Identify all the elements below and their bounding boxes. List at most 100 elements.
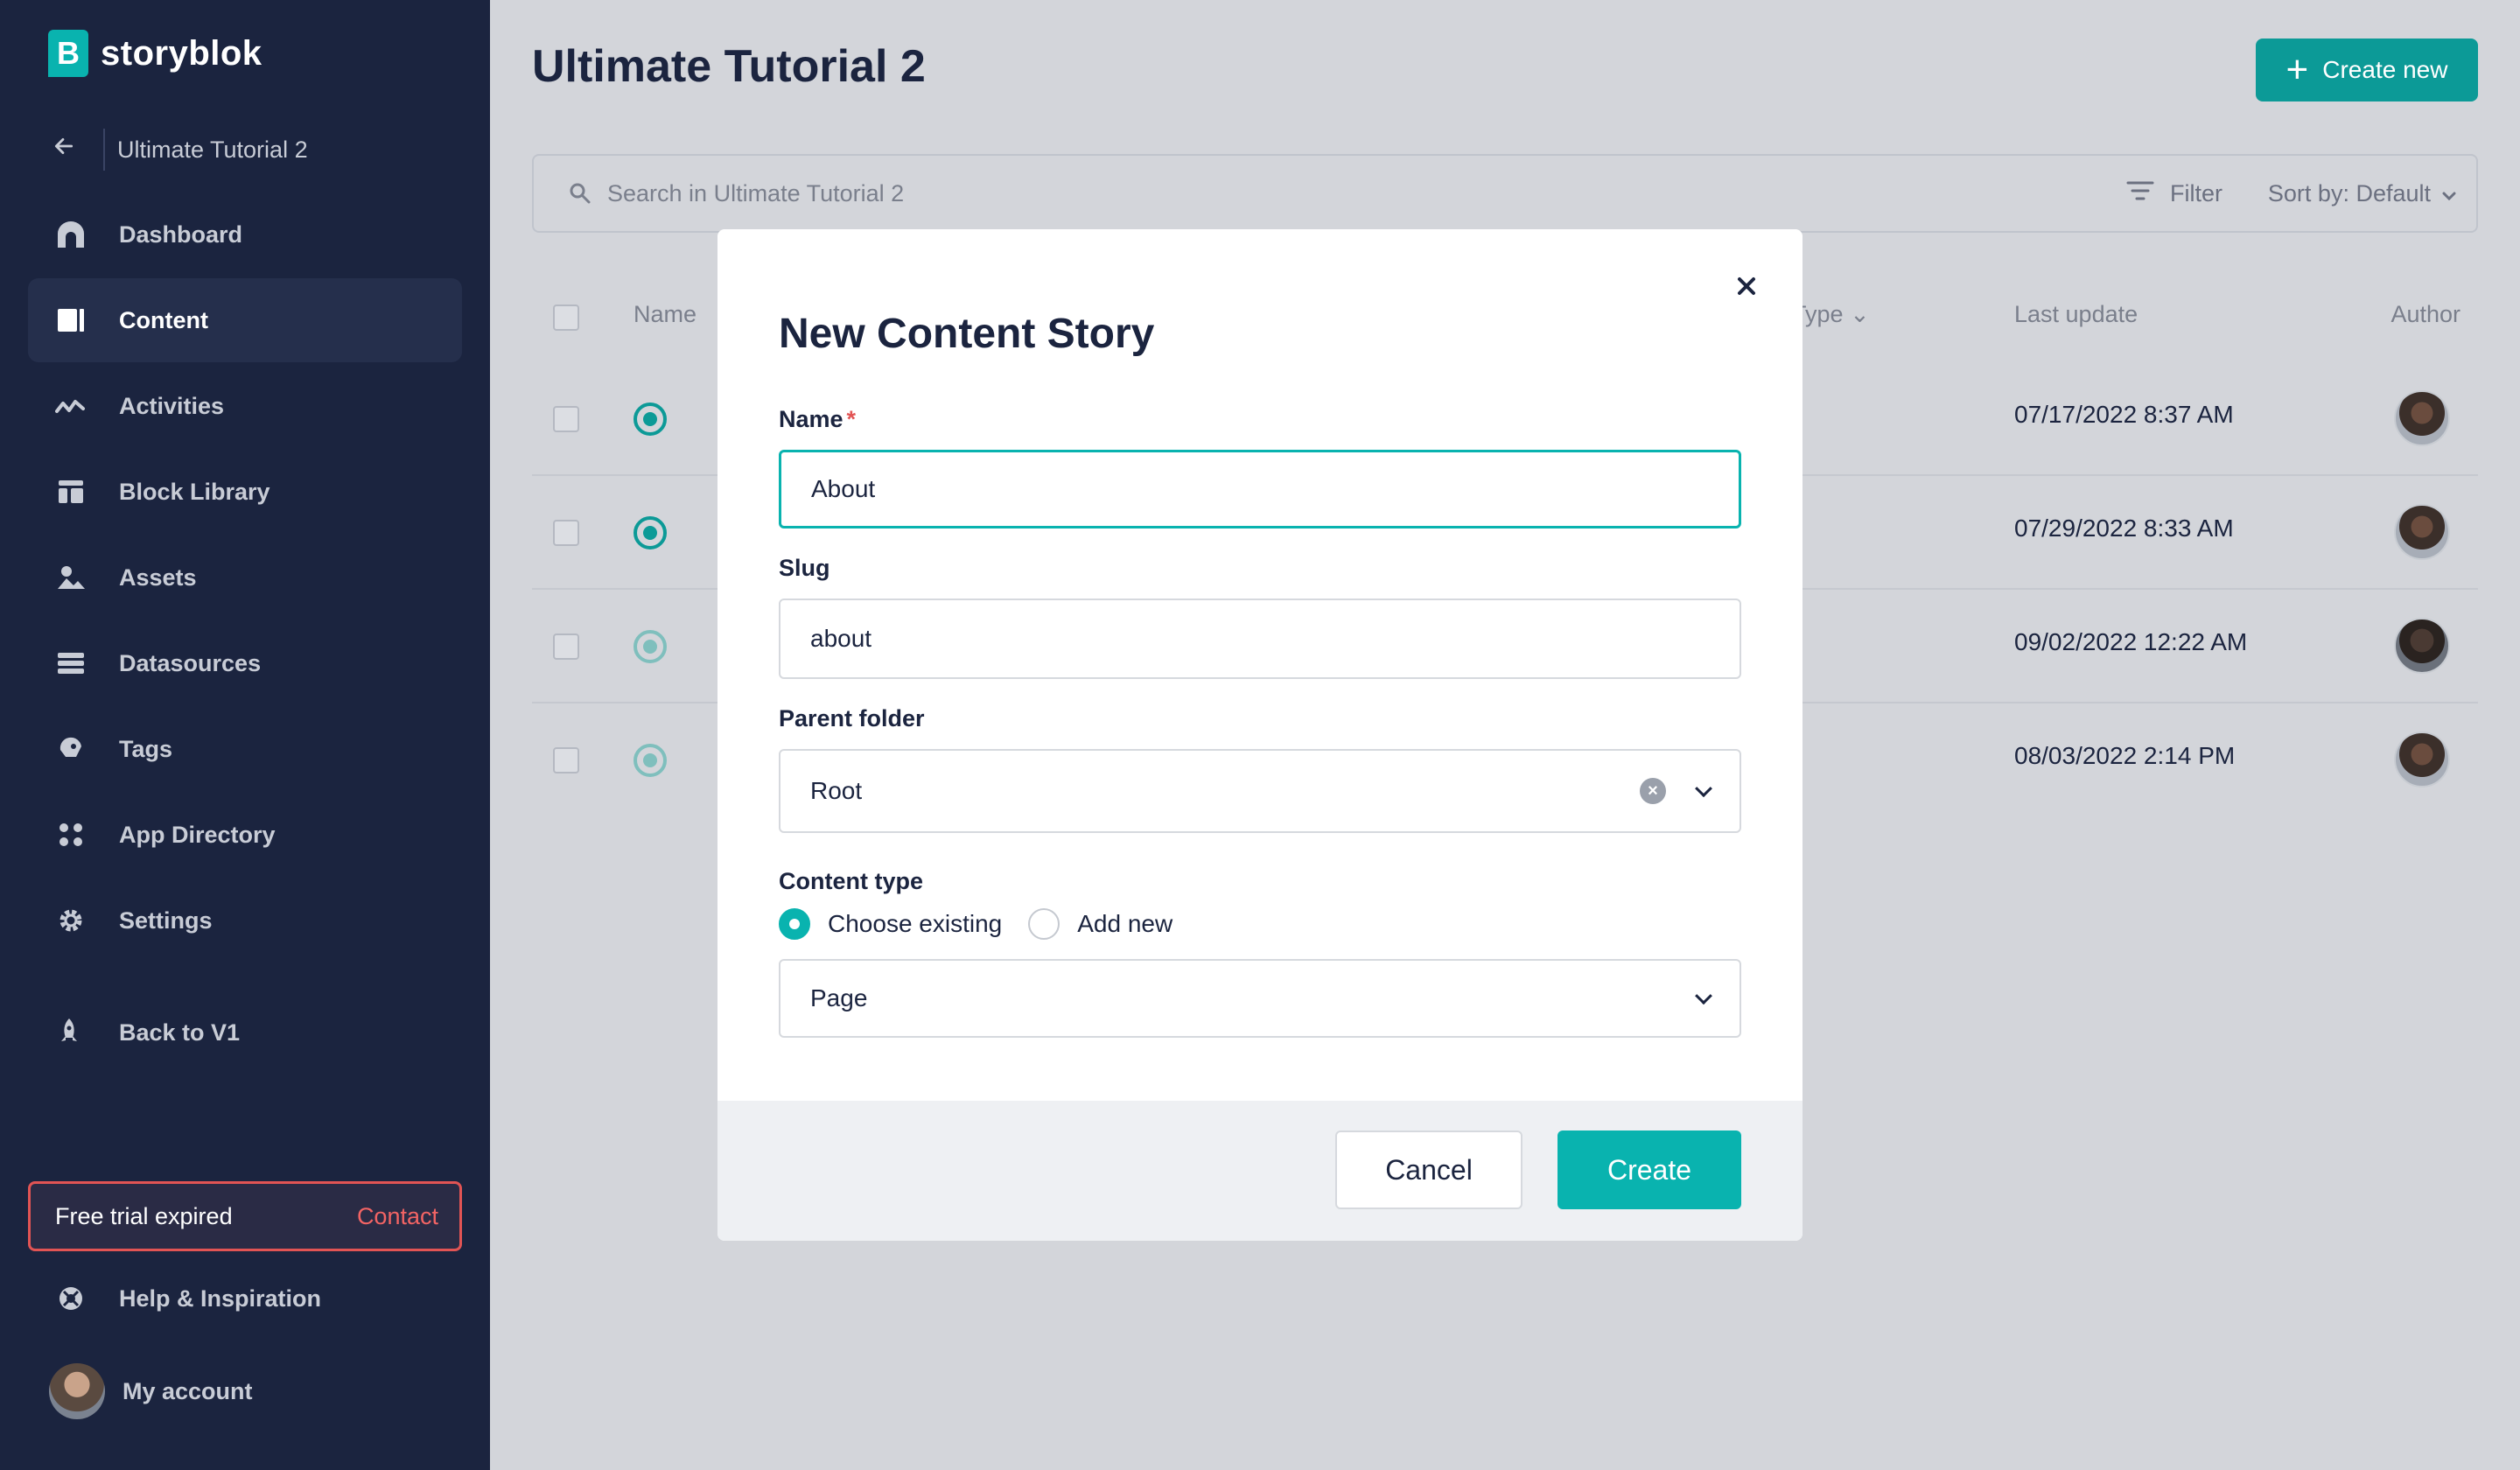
page-title: Ultimate Tutorial 2 [532,41,926,92]
chevron-down-icon: ⌄ [1850,301,1870,327]
status-draft-icon [634,744,667,777]
sidebar-item-assets[interactable]: Assets [28,536,462,620]
logo-text: storyblok [101,33,262,73]
space-switcher[interactable]: Ultimate Tutorial 2 [52,127,308,172]
storyblok-logo[interactable]: B storyblok [48,30,262,77]
sidebar: B storyblok Ultimate Tutorial 2 Dashboar… [0,0,490,1470]
sidebar-item-block-library[interactable]: Block Library [28,450,462,534]
space-name: Ultimate Tutorial 2 [117,136,308,163]
modal-footer: Cancel Create [718,1101,1802,1241]
sidebar-item-label: Dashboard [119,220,243,248]
choose-existing-label[interactable]: Choose existing [828,910,1002,938]
logo-mark-letter: B [57,35,80,71]
column-type[interactable]: Type ⌄ [1792,301,1870,328]
content-type-select[interactable]: Page [779,959,1741,1038]
required-mark: * [846,406,857,432]
trial-text: Free trial expired [55,1202,233,1229]
arrow-left-icon[interactable] [52,135,91,164]
cancel-button[interactable]: Cancel [1335,1130,1522,1209]
filter-button[interactable]: Filter [2126,156,2222,231]
row-checkbox[interactable] [553,747,579,774]
sidebar-item-label: Activities [119,392,225,419]
create-new-button[interactable]: + Create new [2256,38,2478,102]
sidebar-item-label: App Directory [119,821,276,848]
parent-folder-select[interactable]: Root × [779,749,1741,833]
avatar [2394,618,2450,674]
content-type-value: Page [810,984,868,1012]
sidebar-item-app-directory[interactable]: App Directory [28,793,462,877]
rocket-icon [54,1016,88,1049]
row-checkbox[interactable] [553,406,579,432]
sidebar-item-tags[interactable]: Tags [28,707,462,791]
add-new-label[interactable]: Add new [1077,910,1172,938]
logo-mark-icon: B [48,30,88,77]
sidebar-item-content[interactable]: Content [28,278,462,362]
filter-icon [2126,180,2154,207]
contact-link[interactable]: Contact [357,1203,438,1230]
status-draft-icon [634,630,667,663]
slug-field[interactable] [779,598,1741,679]
column-name[interactable]: Name [634,301,696,328]
name-label: Name * [779,406,856,433]
row-date: 07/17/2022 8:37 AM [2014,401,2234,428]
slug-label: Slug [779,555,830,581]
sidebar-item-label: Assets [119,564,197,591]
sidebar-item-label: Tags [119,735,173,762]
sidebar-item-back-to-v1[interactable]: Back to V1 [28,990,462,1074]
status-published-icon [634,402,667,436]
radio-add-new[interactable] [1028,908,1060,940]
radio-choose-existing[interactable] [779,908,810,940]
content-type-label: Content type [779,868,923,894]
chevron-down-icon [1695,780,1712,798]
trial-banner: Free trial expired Contact [28,1181,462,1251]
clear-icon[interactable]: × [1640,778,1666,804]
create-new-label: Create new [2322,56,2448,83]
dashboard-icon [54,218,88,251]
sidebar-item-help[interactable]: Help & Inspiration [28,1256,462,1340]
sidebar-item-label: Back to V1 [119,1018,241,1046]
column-last-update[interactable]: Last update [2014,301,2138,328]
parent-folder-value: Root [810,777,863,804]
sidebar-item-label: Help & Inspiration [119,1284,322,1312]
slug-input[interactable] [810,625,1598,653]
select-all-checkbox[interactable] [553,304,579,331]
sidebar-item-datasources[interactable]: Datasources [28,621,462,705]
new-story-modal: New Content Story Name* Slug Parent fold… [718,229,1802,1241]
row-date: 09/02/2022 12:22 AM [2014,628,2248,655]
sidebar-item-label: Settings [119,906,213,934]
plus-icon: + [2286,48,2309,91]
gear-icon [54,904,88,937]
avatar [2394,732,2450,788]
row-date: 08/03/2022 2:14 PM [2014,742,2236,769]
name-label-text: Name [779,406,844,432]
close-icon[interactable] [1729,268,1764,303]
sidebar-item-dashboard[interactable]: Dashboard [28,192,462,276]
tag-icon [54,732,88,766]
sidebar-item-label: Content [119,306,208,333]
divider [103,129,105,171]
sidebar-item-label: My account [122,1377,253,1404]
parent-folder-label: Parent folder [779,705,925,732]
status-published-icon [634,516,667,550]
sort-dropdown[interactable]: Sort by: Default [2268,156,2457,231]
column-author: Author [2390,301,2460,327]
row-checkbox[interactable] [553,634,579,660]
blocks-icon [54,475,88,508]
search-icon [569,182,592,205]
search-input[interactable] [607,179,1832,207]
sidebar-item-activities[interactable]: Activities [28,364,462,448]
avatar [2394,390,2450,446]
row-checkbox[interactable] [553,520,579,546]
sidebar-item-label: Datasources [119,649,262,676]
sidebar-item-account[interactable]: My account [28,1349,462,1433]
lifebuoy-icon [54,1282,88,1315]
create-button[interactable]: Create [1558,1130,1741,1209]
sidebar-item-label: Block Library [119,478,270,505]
sort-label: Sort by: Default [2267,179,2431,206]
sidebar-item-settings[interactable]: Settings [28,878,462,962]
modal-title: New Content Story [779,311,1155,357]
content-icon [54,304,88,337]
name-input[interactable] [811,475,1599,503]
name-field[interactable] [779,450,1741,528]
content-type-radios: Choose existing Add new [779,908,1172,940]
